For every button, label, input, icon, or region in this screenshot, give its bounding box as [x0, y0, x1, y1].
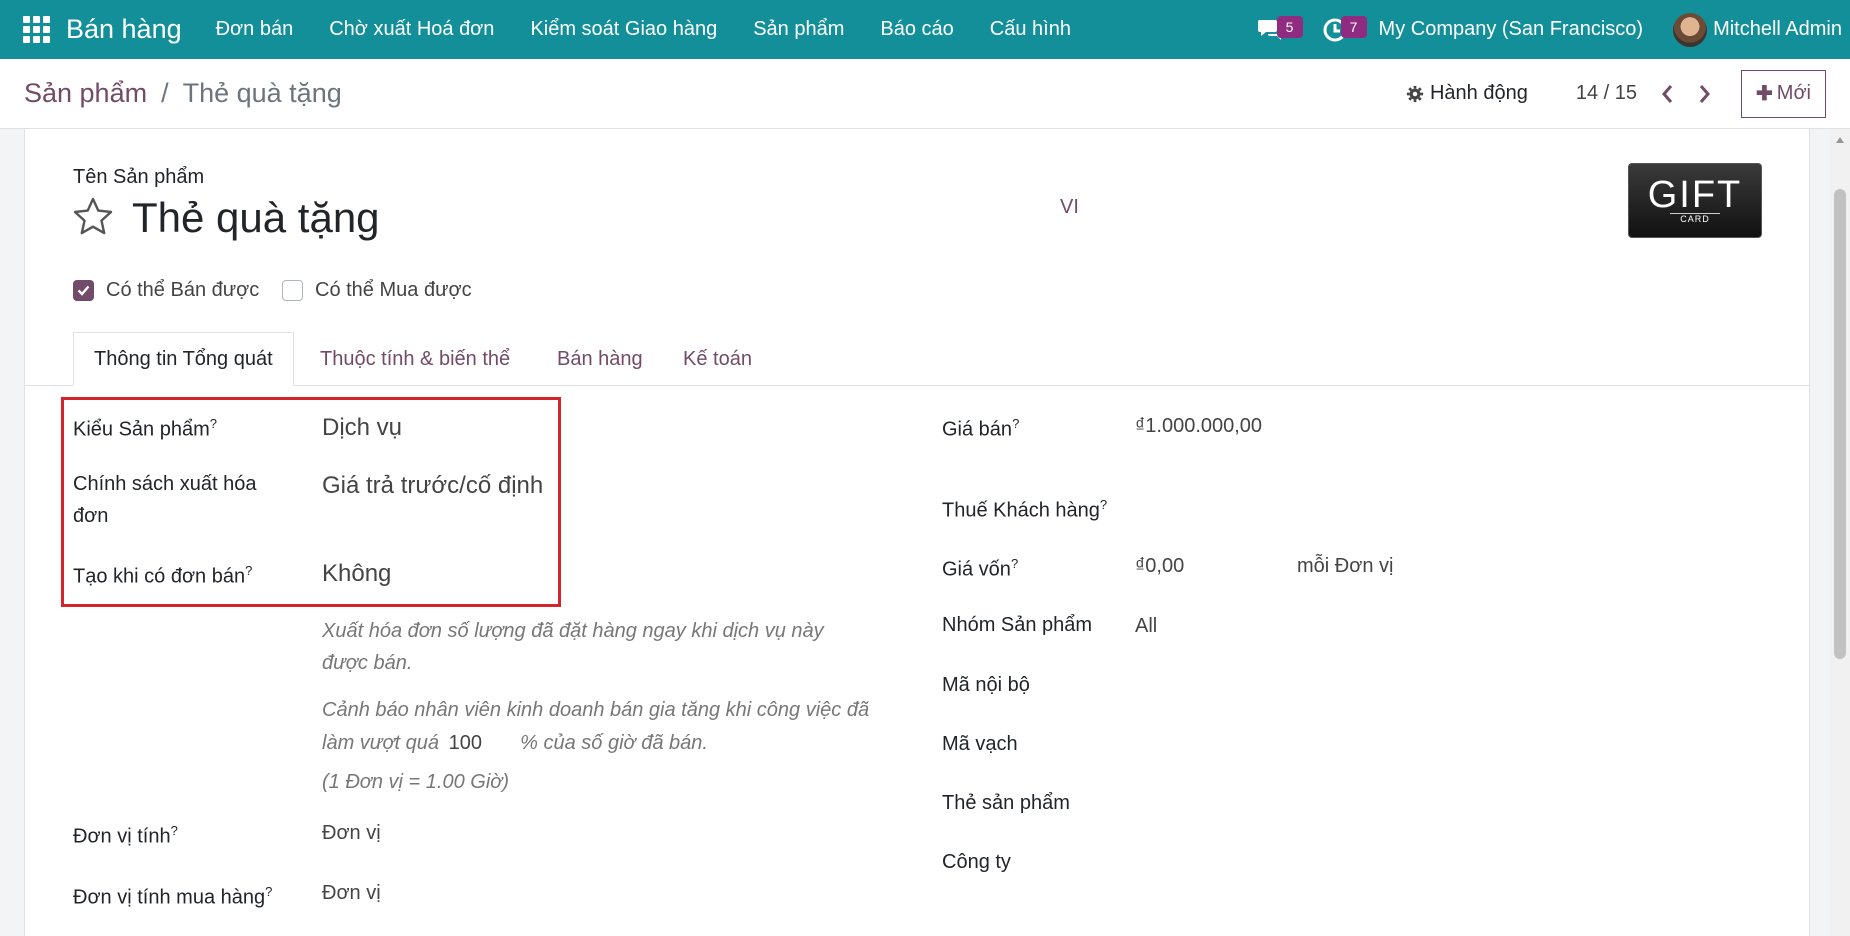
menu-item-orders[interactable]: Đơn bán: [198, 18, 312, 41]
app-menu-icon[interactable]: [22, 16, 50, 44]
internal-reference-label: Mã nội bộ: [942, 674, 1030, 696]
sale-price-field[interactable]: ₫1.000.000,00: [1135, 410, 1262, 442]
purchase-uom-field[interactable]: Đơn vị: [322, 877, 381, 909]
cost-per-unit-label: mỗi Đơn vị: [1297, 555, 1394, 577]
menu-item-reporting[interactable]: Báo cáo: [862, 18, 971, 41]
tab-attributes-variants[interactable]: Thuộc tính & biến thể: [320, 332, 510, 386]
invoice-policy-help-text: Xuất hóa đơn số lượng đã đặt hàng ngay k…: [322, 620, 824, 642]
gear-icon: [1406, 85, 1424, 102]
cost-label: Giá vốn?: [942, 556, 1019, 581]
app-name[interactable]: Bán hàng: [66, 14, 182, 45]
can-be-sold-checkbox[interactable]: Có thể Bán được: [73, 279, 259, 302]
messages-count-badge: 5: [1276, 15, 1303, 38]
breadcrumb-separator: /: [161, 78, 169, 108]
product-tags-field[interactable]: [1135, 787, 1435, 819]
product-category-label: Nhóm Sản phẩm: [942, 614, 1093, 636]
customer-tax-label: Thuế Khách hàng?: [942, 497, 1108, 522]
gift-card-image-subtext: CARD: [1670, 213, 1720, 224]
action-menu-label: Hành động: [1429, 82, 1528, 104]
product-image[interactable]: GIFT CARD: [1628, 163, 1762, 238]
product-name-label: Tên Sản phẩm: [73, 166, 205, 188]
pager-value[interactable]: 14 / 15: [1576, 82, 1637, 105]
internal-reference-field[interactable]: [1135, 669, 1435, 701]
gift-card-image-text: GIFT: [1647, 174, 1743, 216]
checkbox-unchecked-icon[interactable]: [282, 280, 303, 301]
breadcrumb-current: Thẻ quà tặng: [182, 78, 342, 108]
product-name-field[interactable]: Thẻ quà tặng: [132, 194, 380, 242]
pager-previous-icon[interactable]: [1659, 83, 1677, 105]
company-switcher[interactable]: My Company (San Francisco): [1379, 18, 1644, 41]
help-tooltip-icon[interactable]: ?: [1011, 556, 1018, 571]
new-button-label: Mới: [1776, 82, 1811, 104]
plus-icon: ✚: [1756, 83, 1773, 105]
menu-item-configuration[interactable]: Cấu hình: [972, 18, 1089, 41]
purchase-uom-label: Đơn vị tính mua hàng?: [73, 884, 273, 909]
activities-count-badge: 7: [1340, 15, 1367, 38]
cost-field[interactable]: ₫0,00: [1135, 550, 1184, 582]
language-button[interactable]: VI: [1060, 196, 1079, 219]
upsell-warning-text: Cảnh báo nhân viên kinh doanh bán gia tă…: [322, 699, 870, 721]
help-tooltip-icon[interactable]: ?: [1012, 416, 1019, 431]
upsell-warning-text-line2: làm vượt quá 100 % của số giờ đã bán.: [322, 727, 708, 759]
new-button[interactable]: ✚ Mới: [1741, 69, 1826, 118]
control-panel: Sản phẩm / Thẻ quà tặng Hành động 14 / 1…: [0, 59, 1850, 129]
tab-accounting[interactable]: Kế toán: [683, 332, 752, 386]
menu-item-products[interactable]: Sản phẩm: [735, 18, 862, 41]
form-tabs: Thông tin Tổng quát Thuộc tính & biến th…: [24, 332, 1810, 386]
action-menu-button[interactable]: Hành động: [1406, 82, 1528, 105]
product-tags-label: Thẻ sản phẩm: [942, 792, 1070, 814]
scroll-up-icon[interactable]: [1836, 137, 1844, 143]
top-navbar: Bán hàng Đơn bán Chờ xuất Hoá đơn Kiểm s…: [0, 0, 1850, 59]
help-tooltip-icon[interactable]: ?: [171, 823, 178, 838]
can-be-purchased-label: Có thể Mua được: [315, 279, 472, 301]
messages-button[interactable]: 5: [1251, 10, 1303, 50]
checkbox-checked-icon[interactable]: [73, 280, 94, 301]
breadcrumb-products-link[interactable]: Sản phẩm: [24, 78, 147, 109]
favorite-star-icon[interactable]: [72, 196, 114, 238]
can-be-purchased-checkbox[interactable]: Có thể Mua được: [282, 279, 472, 302]
barcode-field[interactable]: [1135, 728, 1435, 760]
help-tooltip-icon[interactable]: ?: [265, 884, 272, 899]
uom-field[interactable]: Đơn vị: [322, 817, 381, 849]
tab-general-information[interactable]: Thông tin Tổng quát: [73, 332, 294, 386]
upsell-threshold-field[interactable]: 100: [449, 727, 515, 759]
uom-conversion-text: (1 Đơn vị = 1.00 Giờ): [322, 771, 510, 793]
menu-item-delivery-control[interactable]: Kiểm soát Giao hàng: [512, 18, 735, 41]
breadcrumb: Sản phẩm / Thẻ quà tặng: [24, 78, 342, 109]
invoice-policy-help-text-line2: được bán.: [322, 652, 413, 674]
user-menu[interactable]: Mitchell Admin: [1713, 18, 1842, 41]
menu-item-to-invoice[interactable]: Chờ xuất Hoá đơn: [311, 18, 512, 41]
pager-next-icon[interactable]: [1695, 83, 1713, 105]
customer-tax-field[interactable]: [1135, 489, 1435, 521]
activities-button[interactable]: 7: [1315, 10, 1367, 50]
product-category-field[interactable]: All: [1135, 610, 1157, 642]
help-tooltip-icon[interactable]: ?: [1100, 497, 1107, 512]
user-avatar[interactable]: [1673, 12, 1708, 47]
tab-sales[interactable]: Bán hàng: [557, 332, 643, 386]
highlight-box: [61, 397, 561, 607]
scrollbar-thumb[interactable]: [1834, 189, 1846, 659]
company-field[interactable]: [1135, 846, 1435, 878]
barcode-label: Mã vạch: [942, 733, 1018, 755]
can-be-sold-label: Có thể Bán được: [106, 279, 260, 301]
company-label: Công ty: [942, 851, 1011, 873]
page-scrollbar[interactable]: [1830, 129, 1850, 936]
uom-label: Đơn vị tính?: [73, 823, 178, 848]
sale-price-label: Giá bán?: [942, 416, 1020, 441]
